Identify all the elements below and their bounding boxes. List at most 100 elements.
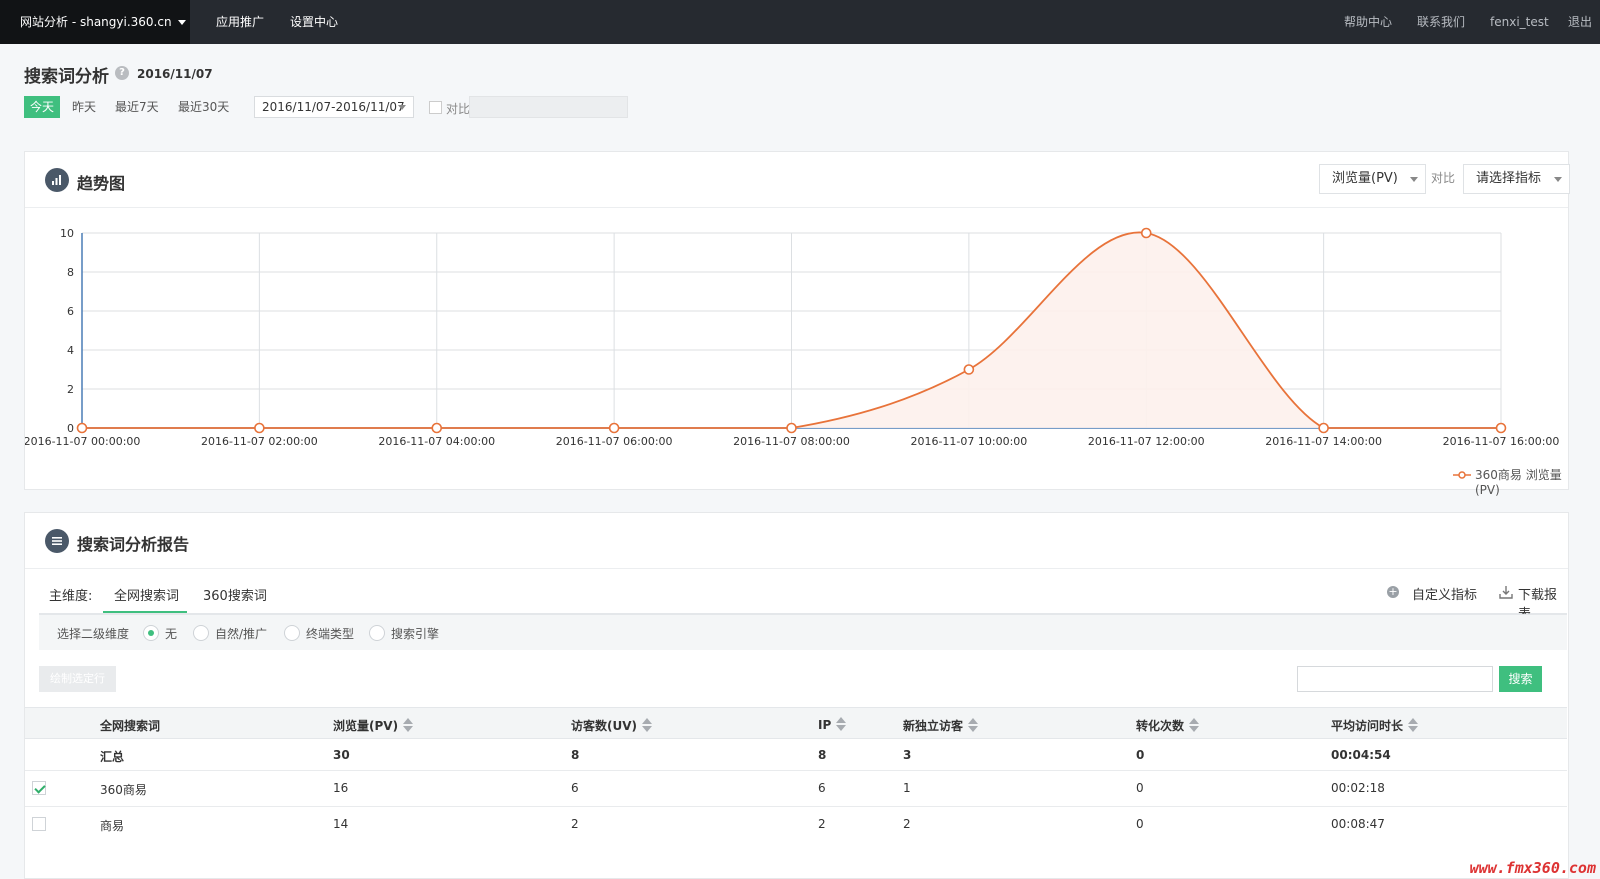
cell-avg-duration: 00:04:54: [1331, 748, 1391, 762]
x-tick-label: 2016-11-07 06:00:00: [556, 435, 673, 448]
data-point: [786, 422, 797, 434]
x-tick-label: 2016-11-07 12:00:00: [1088, 435, 1205, 448]
nav-settings[interactable]: 设置中心: [290, 0, 338, 44]
list-icon: [45, 529, 69, 553]
nav-logout[interactable]: 退出: [1568, 0, 1592, 44]
report-panel: 搜索词分析报告 主维度: 全网搜索词 360搜索词 + 自定义指标 下载报表 选…: [24, 512, 1569, 879]
col-ip[interactable]: IP: [818, 717, 847, 732]
range-today[interactable]: 今天: [24, 96, 61, 118]
col-conversions[interactable]: 转化次数: [1136, 717, 1200, 734]
col-ip-label: IP: [818, 718, 832, 732]
compare-checkbox[interactable]: [429, 101, 442, 114]
col-avg-duration-label: 平均访问时长: [1331, 719, 1404, 733]
radio-none[interactable]: [143, 625, 159, 641]
cell-uv: 8: [571, 748, 580, 762]
x-tick-label: 2016-11-07 14:00:00: [1265, 435, 1382, 448]
nav-username[interactable]: fenxi_test: [1490, 0, 1549, 44]
tab-all-search-terms[interactable]: 全网搜索词: [114, 585, 179, 604]
sort-icon[interactable]: [403, 718, 414, 732]
nav-app-promotion[interactable]: 应用推广: [216, 0, 264, 44]
data-point: [608, 422, 620, 434]
download-icon[interactable]: [1499, 585, 1513, 602]
metric-select[interactable]: 浏览量(PV): [1319, 164, 1426, 194]
sort-icon[interactable]: [1408, 718, 1419, 732]
radio-device-type[interactable]: [284, 625, 300, 641]
sort-icon[interactable]: [1189, 718, 1200, 732]
sort-icon[interactable]: [642, 718, 653, 732]
plus-circle-icon[interactable]: +: [1387, 586, 1399, 598]
range-yesterday[interactable]: 昨天: [72, 96, 96, 118]
range-last30[interactable]: 最近30天: [178, 96, 229, 118]
row-checkbox[interactable]: [32, 781, 46, 795]
secondary-dimension-label: 选择二级维度: [57, 627, 130, 641]
table-row-total: 汇总 30 8 8 3 0 00:04:54: [25, 739, 1567, 771]
nav-contact[interactable]: 联系我们: [1417, 0, 1465, 44]
cell-ip: 8: [818, 748, 827, 762]
x-tick-label: 2016-11-07 08:00:00: [733, 435, 850, 448]
search-input[interactable]: [1297, 666, 1493, 692]
compare-date-input[interactable]: [469, 96, 628, 118]
sort-icon[interactable]: [968, 718, 979, 732]
date-range-value: 2016/11/07-2016/11/07: [262, 100, 405, 114]
data-point: [1318, 422, 1329, 434]
help-icon[interactable]: ?: [115, 66, 129, 80]
page-title: 搜索词分析: [24, 67, 109, 87]
table-header: 全网搜索词 浏览量(PV) 访客数(UV) IP 新独立访客 转化次数 平均访问…: [25, 707, 1567, 739]
x-tick-label: 2016-11-07 04:00:00: [378, 435, 495, 448]
col-pv[interactable]: 浏览量(PV): [333, 717, 414, 734]
col-avg-duration[interactable]: 平均访问时长: [1331, 717, 1419, 734]
y-tick-label: 10: [60, 227, 74, 240]
range-last7[interactable]: 最近7天: [115, 96, 159, 118]
col-conversions-label: 转化次数: [1136, 719, 1185, 733]
table-row[interactable]: 360商易 16 6 6 1 0 00:02:18: [25, 771, 1567, 807]
col-uv-label: 访客数(UV): [571, 719, 638, 733]
radio-device-type-label[interactable]: 终端类型: [306, 625, 354, 642]
x-tick-label: 2016-11-07 00:00:00: [25, 435, 140, 448]
cell-ip: 2: [818, 817, 826, 831]
radio-natural-promo[interactable]: [193, 625, 209, 641]
metric-select-value: 浏览量(PV): [1332, 171, 1398, 186]
trend-chart: 0 2 4 6 8 10 2016-11-07 00:00:00 2016-11-07 02:…: [25, 227, 1559, 448]
radio-search-engine[interactable]: [369, 625, 385, 641]
watermark: www.fmx360.com: [1469, 859, 1596, 877]
chevron-down-icon: [1554, 177, 1562, 182]
col-new-visitors[interactable]: 新独立访客: [903, 717, 979, 734]
y-tick-label: 4: [67, 344, 74, 357]
tab-360-search-terms[interactable]: 360搜索词: [203, 585, 267, 604]
data-point: [1140, 227, 1152, 239]
cell-pv: 16: [333, 781, 349, 795]
date-range-select[interactable]: 2016/11/07-2016/11/07: [254, 96, 414, 118]
cell-uv: 2: [571, 817, 579, 831]
draw-selected-rows-button[interactable]: 绘制选定行: [39, 666, 116, 692]
search-button[interactable]: 搜索: [1499, 666, 1542, 692]
site-name: 网站分析 - shangyi.360.cn: [20, 15, 172, 29]
cell-term: 汇总: [100, 750, 125, 764]
cell-conversions: 0: [1136, 781, 1144, 795]
data-point: [254, 422, 265, 434]
top-bar: 网站分析 - shangyi.360.cn 应用推广 设置中心 帮助中心 联系我…: [0, 0, 1600, 44]
cell-avg-duration: 00:08:47: [1331, 817, 1385, 831]
page-date: 2016/11/07: [137, 67, 213, 81]
site-selector[interactable]: 网站分析 - shangyi.360.cn: [0, 0, 190, 44]
secondary-dimension-row: 选择二级维度 无 自然/推广 终端类型 搜索引擎: [39, 614, 1567, 650]
cell-term: 360商易: [100, 783, 147, 797]
sort-icon[interactable]: [836, 717, 847, 731]
cell-avg-duration: 00:02:18: [1331, 781, 1385, 795]
cell-pv: 30: [333, 748, 350, 762]
radio-none-label[interactable]: 无: [165, 625, 177, 642]
nav-help[interactable]: 帮助中心: [1344, 0, 1392, 44]
chart-icon: [45, 168, 69, 192]
data-point: [431, 422, 443, 434]
data-point: [963, 364, 975, 375]
col-uv[interactable]: 访客数(UV): [571, 717, 653, 734]
radio-search-engine-label[interactable]: 搜索引擎: [391, 625, 439, 642]
trend-panel-header: 趋势图 浏览量(PV) 对比 请选择指标: [25, 152, 1570, 208]
table-row[interactable]: 商易 14 2 2 2 0 00:08:47: [25, 807, 1567, 843]
radio-natural-promo-label[interactable]: 自然/推广: [215, 625, 267, 642]
row-checkbox[interactable]: [32, 817, 46, 831]
compare-label: 对比: [446, 102, 471, 116]
data-point: [1495, 422, 1507, 434]
compare-metric-select[interactable]: 请选择指标: [1463, 164, 1570, 194]
legend-label[interactable]: 360商易 浏览量(PV): [1475, 466, 1568, 497]
custom-metrics-button[interactable]: 自定义指标: [1412, 584, 1477, 603]
